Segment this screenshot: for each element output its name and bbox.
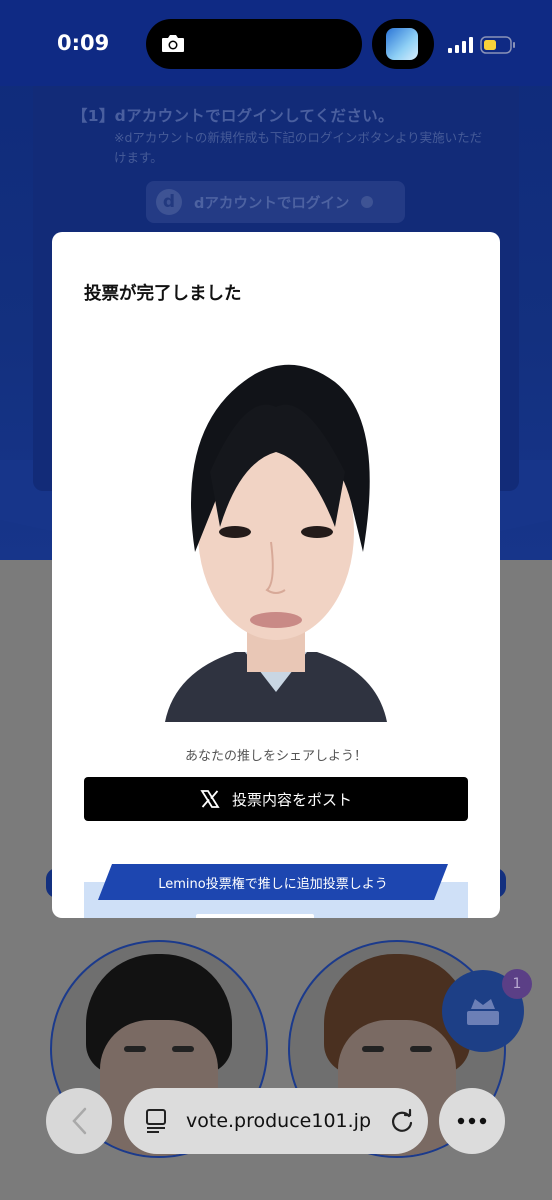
lemino-promo-button[interactable] bbox=[196, 914, 314, 918]
cellular-signal-icon bbox=[448, 37, 473, 53]
lemino-banner[interactable]: Lemino投票権で推しに追加投票しよう bbox=[98, 864, 448, 900]
x-logo-icon bbox=[200, 790, 220, 808]
dynamic-island bbox=[146, 19, 362, 69]
status-bar: 0:09 bbox=[0, 0, 552, 86]
lemino-banner-label: Lemino投票権で推しに追加投票しよう bbox=[158, 876, 388, 892]
login-heading: 【1】dアカウントでログインしてください。 bbox=[72, 107, 394, 125]
post-to-x-button[interactable]: 投票内容をポスト bbox=[84, 777, 468, 821]
arrow-right-icon bbox=[361, 196, 374, 208]
app-thumbnail-icon bbox=[386, 28, 418, 60]
d-account-login-button[interactable]: d dアカウントでログイン bbox=[146, 181, 405, 223]
back-button[interactable] bbox=[46, 1088, 112, 1154]
more-options-button[interactable] bbox=[439, 1088, 505, 1154]
camera-icon bbox=[162, 35, 184, 52]
address-bar[interactable]: vote.produce101.jp bbox=[124, 1088, 428, 1154]
d-logo-icon: d bbox=[156, 189, 182, 215]
share-prompt: あなたの推しをシェアしよう！ bbox=[184, 749, 367, 764]
reload-icon[interactable] bbox=[389, 1108, 415, 1134]
ellipsis-icon bbox=[457, 1117, 487, 1125]
login-note: ※dアカウントの新規作成も下記のログインボタンより実施いただけます。 bbox=[114, 130, 483, 165]
page-menu-icon[interactable] bbox=[144, 1108, 168, 1134]
post-button-label: 投票内容をポスト bbox=[231, 790, 352, 809]
live-activity[interactable] bbox=[372, 19, 434, 69]
url-text: vote.produce101.jp bbox=[186, 1110, 372, 1132]
notification-badge: 1 bbox=[502, 969, 532, 999]
crown-box-icon bbox=[467, 999, 499, 1025]
trainee-portrait-image bbox=[165, 364, 387, 722]
modal-title: 投票が完了しました bbox=[84, 284, 242, 304]
chevron-left-icon bbox=[72, 1107, 87, 1135]
login-button-label: dアカウントでログイン bbox=[194, 195, 350, 212]
clock: 0:09 bbox=[57, 31, 110, 55]
battery-icon bbox=[480, 36, 515, 54]
vote-complete-modal: 投票が完了しました あなたの推しをシェアしよう！ 投票内容をポスト Lemino… bbox=[52, 232, 500, 918]
